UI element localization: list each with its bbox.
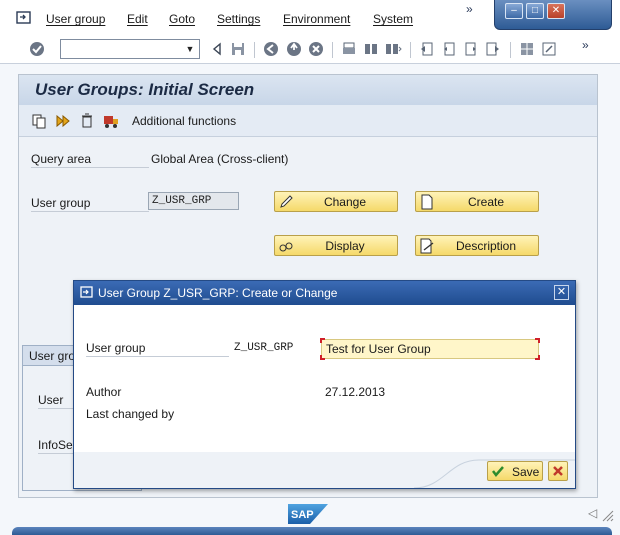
toolbar-separator xyxy=(332,42,333,58)
change-button[interactable]: Change xyxy=(274,191,398,212)
new-document-icon xyxy=(421,194,433,210)
label-underline xyxy=(31,211,149,212)
application-toolbar: Additional functions xyxy=(19,105,597,137)
window-controls: – □ ✕ xyxy=(494,0,612,30)
sap-logo: SAP xyxy=(288,504,328,524)
toolbar-separator xyxy=(410,42,411,58)
transport-icon[interactable] xyxy=(103,113,119,129)
save-button-label: Save xyxy=(512,465,540,479)
chevron-down-icon[interactable]: ▼ xyxy=(183,42,197,56)
cancel-icon[interactable] xyxy=(307,40,325,58)
maximize-button[interactable]: □ xyxy=(526,3,544,19)
copy-icon[interactable] xyxy=(31,113,47,129)
query-area-value: Global Area (Cross-client) xyxy=(151,152,289,166)
dialog-user-group-value: Z_USR_GRP xyxy=(234,342,294,354)
focus-marker xyxy=(320,355,325,360)
enter-icon[interactable] xyxy=(28,40,46,58)
query-area-label: Query area xyxy=(31,152,92,166)
additional-functions-button[interactable]: Additional functions xyxy=(132,114,236,128)
menu-overflow-icon[interactable]: » xyxy=(466,2,473,16)
group-box-title: User gro xyxy=(29,349,76,363)
user-group-label: User group xyxy=(31,196,91,210)
description-input[interactable] xyxy=(321,339,539,359)
toolbar-separator xyxy=(510,42,511,58)
prev-icon[interactable] xyxy=(208,40,226,58)
create-button[interactable]: Create xyxy=(415,191,539,212)
dialog-close-button[interactable]: ✕ xyxy=(554,285,569,300)
delete-icon[interactable] xyxy=(79,113,95,129)
find-next-icon[interactable] xyxy=(384,40,402,58)
close-icon xyxy=(553,466,563,476)
taskbar-band xyxy=(12,527,612,535)
next-page-icon[interactable] xyxy=(462,40,480,58)
status-arrow-icon[interactable]: ◁ xyxy=(588,506,597,520)
layout-icon[interactable] xyxy=(518,40,536,58)
execute-icon[interactable] xyxy=(55,113,71,129)
create-button-label: Create xyxy=(467,195,505,209)
author-date: 27.12.2013 xyxy=(325,385,386,399)
group-box-user-label: User xyxy=(38,393,64,407)
prev-page-icon[interactable] xyxy=(440,40,458,58)
edit-document-icon xyxy=(420,238,434,254)
menu-environment[interactable]: Environment xyxy=(283,12,350,26)
focus-marker xyxy=(535,355,540,360)
dialog-body: User group Z_USR_GRP Author 27.12.2013 L… xyxy=(74,305,575,488)
toolbar-overflow-icon[interactable]: » xyxy=(582,38,589,52)
create-change-dialog: User Group Z_USR_GRP: Create or Change ✕… xyxy=(73,280,576,489)
menu-user-group[interactable]: User group xyxy=(46,12,105,26)
exit-icon[interactable] xyxy=(285,40,303,58)
minimize-button[interactable]: – xyxy=(505,3,523,19)
group-box-infoset-label: InfoSe xyxy=(38,438,73,452)
user-group-field[interactable]: Z_USR_GRP xyxy=(148,192,239,210)
menu-icon[interactable] xyxy=(16,11,32,25)
close-window-button[interactable]: ✕ xyxy=(547,3,565,19)
resize-grip-icon[interactable] xyxy=(600,508,614,522)
description-button-label: Description xyxy=(455,239,517,253)
cancel-button[interactable] xyxy=(548,461,568,481)
menu-settings[interactable]: Settings xyxy=(217,12,260,26)
title-bar: User Groups: Initial Screen xyxy=(19,75,597,105)
sap-logo-text: SAP xyxy=(291,509,314,521)
page-title: User Groups: Initial Screen xyxy=(35,80,255,99)
dialog-title-bar: User Group Z_USR_GRP: Create or Change ✕ xyxy=(74,281,575,305)
glasses-icon xyxy=(279,242,293,252)
pencil-icon xyxy=(280,195,293,208)
dialog-user-group-label: User group xyxy=(86,341,146,355)
save-icon[interactable] xyxy=(229,40,247,58)
display-button[interactable]: Display xyxy=(274,235,398,256)
focus-marker xyxy=(320,338,325,343)
find-icon[interactable] xyxy=(362,40,380,58)
label-underline xyxy=(86,356,229,357)
menu-edit[interactable]: Edit xyxy=(127,12,148,26)
label-underline xyxy=(31,167,149,168)
menu-system[interactable]: System xyxy=(373,12,413,26)
display-button-label: Display xyxy=(325,239,365,253)
save-button[interactable]: Save xyxy=(487,461,543,481)
focus-marker xyxy=(535,338,540,343)
back-icon[interactable] xyxy=(262,40,280,58)
toolbar-separator xyxy=(254,42,255,58)
menu-bar: User group Edit Goto Settings Environmen… xyxy=(0,0,620,36)
last-page-icon[interactable] xyxy=(484,40,502,58)
dialog-menu-icon[interactable] xyxy=(80,286,94,299)
print-icon[interactable] xyxy=(340,40,358,58)
checkmark-icon xyxy=(492,466,504,477)
system-toolbar: ▼ » xyxy=(0,36,620,64)
description-button[interactable]: Description xyxy=(415,235,539,256)
last-changed-label: Last changed by xyxy=(86,407,175,421)
command-input[interactable] xyxy=(61,40,181,58)
help-icon[interactable] xyxy=(540,40,558,58)
change-button-label: Change xyxy=(323,195,367,209)
menu-goto[interactable]: Goto xyxy=(169,12,195,26)
dialog-title: User Group Z_USR_GRP: Create or Change xyxy=(98,286,338,300)
author-label: Author xyxy=(86,385,122,399)
author-name-redacted xyxy=(230,382,286,398)
command-field[interactable]: ▼ xyxy=(60,39,200,59)
first-page-icon[interactable] xyxy=(418,40,436,58)
